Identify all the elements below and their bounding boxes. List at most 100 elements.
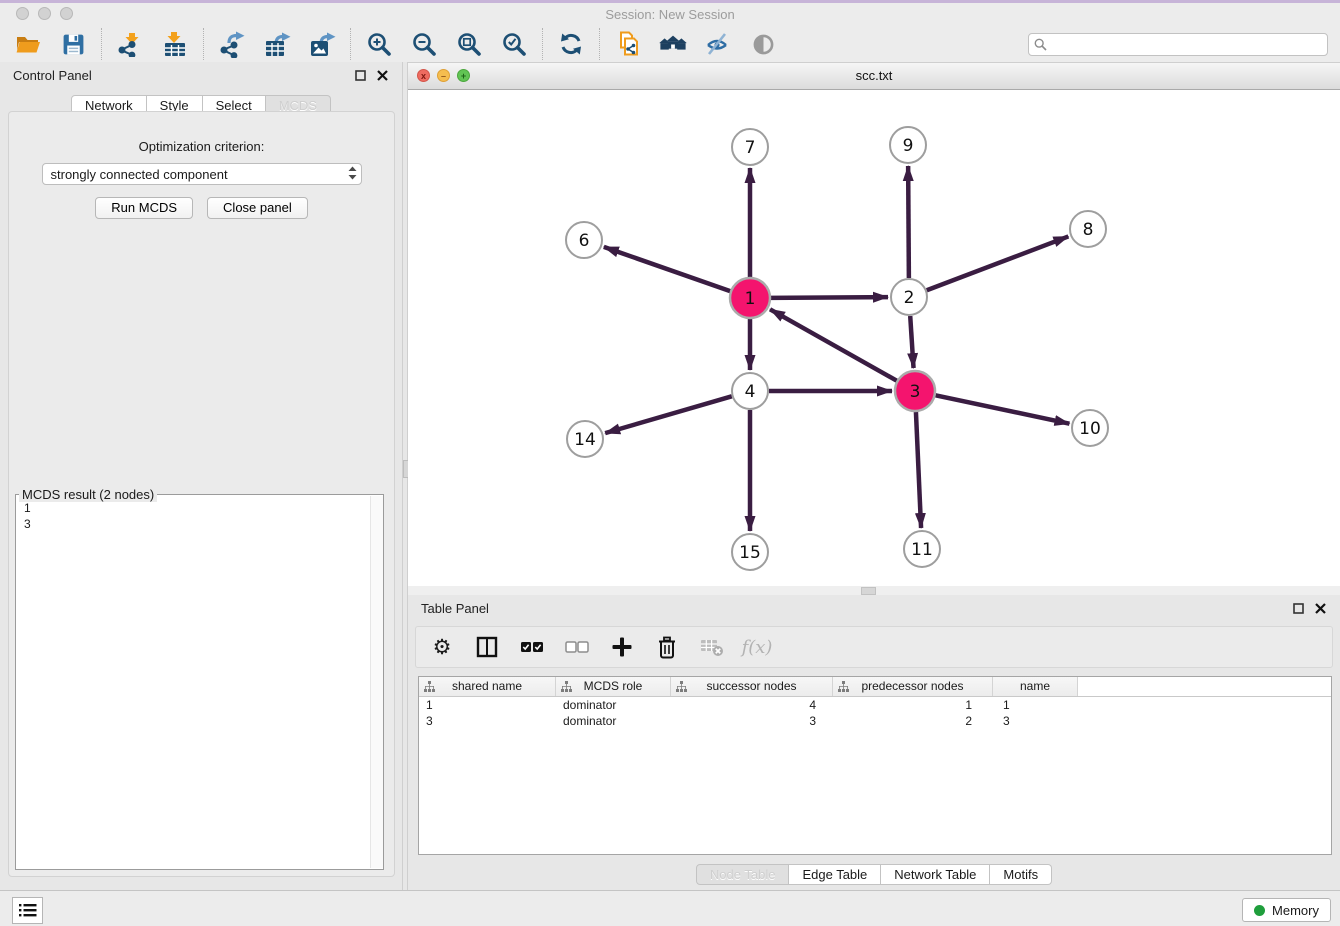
close-panel-action-button[interactable]: Close panel (207, 197, 308, 219)
export-table-button[interactable] (263, 30, 291, 58)
table-cell: 3 (419, 713, 556, 729)
float-panel-button[interactable] (354, 69, 367, 82)
float-panel-button[interactable] (1292, 602, 1305, 615)
graph-node-11[interactable]: 11 (904, 531, 940, 567)
export-image-button[interactable] (308, 30, 336, 58)
svg-text:3: 3 (910, 382, 921, 402)
eye-icon (751, 32, 776, 57)
column-header-shared-name[interactable]: shared name (419, 677, 556, 696)
apply-function-button[interactable]: f(x) (744, 634, 770, 660)
graph-edge-1-6[interactable] (604, 247, 730, 291)
column-header-mcds-role[interactable]: MCDS role (556, 677, 671, 696)
close-panel-button[interactable] (376, 69, 389, 82)
toggle-bird-view-button[interactable] (749, 30, 777, 58)
graph-node-4[interactable]: 4 (732, 373, 768, 409)
zoom-fit-button[interactable] (455, 30, 483, 58)
graph-edge-4-14[interactable] (605, 396, 732, 433)
column-header-filler (1078, 677, 1331, 696)
graph-node-15[interactable]: 15 (732, 534, 768, 570)
graph-node-3[interactable]: 3 (895, 371, 935, 411)
memory-label: Memory (1272, 903, 1319, 918)
table-tabs: Node Table Edge Table Network Table Moti… (408, 864, 1340, 885)
tab-edge-table[interactable]: Edge Table (789, 864, 881, 885)
graph-edge-1-2[interactable] (771, 297, 888, 298)
column-header-predecessor-nodes[interactable]: predecessor nodes (833, 677, 993, 696)
graph-node-6[interactable]: 6 (566, 222, 602, 258)
close-panel-button[interactable] (1314, 602, 1327, 615)
graph-node-2[interactable]: 2 (891, 279, 927, 315)
deselect-all-button[interactable] (564, 634, 590, 660)
import-table-button[interactable] (161, 30, 189, 58)
tab-motifs[interactable]: Motifs (990, 864, 1052, 885)
delete-row-button[interactable] (654, 634, 680, 660)
attribute-icon (561, 681, 572, 692)
column-header-successor-nodes[interactable]: successor nodes (671, 677, 833, 696)
graph-node-8[interactable]: 8 (1070, 211, 1106, 247)
node-table-body: 1dominator4113dominator323 (419, 697, 1331, 729)
column-header-name[interactable]: name (993, 677, 1078, 696)
network-window-titlebar[interactable]: x – + scc.txt (408, 63, 1340, 90)
window-title: Session: New Session (0, 3, 1340, 26)
table-settings-button[interactable]: ⚙ (429, 634, 455, 660)
traffic-lights (16, 7, 73, 20)
memory-button[interactable]: Memory (1242, 898, 1331, 922)
splitter-grip[interactable] (861, 587, 876, 595)
network-maximize-button[interactable]: + (457, 69, 470, 82)
attribute-icon (676, 681, 687, 692)
add-column-button[interactable] (609, 634, 635, 660)
minimize-window-button[interactable] (38, 7, 51, 20)
search-box[interactable] (1028, 33, 1328, 56)
table-row[interactable]: 1dominator411 (419, 697, 1331, 713)
zoom-in-button[interactable] (365, 30, 393, 58)
graph-node-9[interactable]: 9 (890, 127, 926, 163)
status-bar: Memory (0, 890, 1340, 926)
close-window-button[interactable] (16, 7, 29, 20)
zoom-out-button[interactable] (410, 30, 438, 58)
mcds-result-item[interactable]: 3 (24, 516, 375, 532)
table-row[interactable]: 3dominator323 (419, 713, 1331, 729)
criterion-dropdown[interactable]: strongly connected component (42, 163, 362, 185)
clone-network-button[interactable] (614, 30, 642, 58)
graph-node-1[interactable]: 1 (730, 278, 770, 318)
graph-node-10[interactable]: 10 (1072, 410, 1108, 446)
search-icon (1034, 38, 1047, 51)
import-network-button[interactable] (116, 30, 144, 58)
graph-node-14[interactable]: 14 (567, 421, 603, 457)
titlebar: Session: New Session (0, 3, 1340, 26)
apply-layout-button[interactable] (557, 30, 585, 58)
save-session-button[interactable] (59, 30, 87, 58)
graph-edge-2-8[interactable] (927, 236, 1069, 290)
graph-edge-3-10[interactable] (936, 395, 1070, 423)
graph-edge-2-3[interactable] (910, 316, 913, 368)
zoom-window-button[interactable] (60, 7, 73, 20)
task-history-button[interactable] (12, 897, 43, 924)
tab-node-table[interactable]: Node Table (696, 864, 790, 885)
import-network-icon (117, 31, 143, 57)
graph-node-7[interactable]: 7 (732, 129, 768, 165)
result-scrollbar[interactable] (370, 496, 383, 868)
delete-column-button[interactable] (699, 634, 725, 660)
hide-panels-button[interactable] (704, 30, 732, 58)
run-mcds-button[interactable]: Run MCDS (95, 197, 193, 219)
graph-edge-3-11[interactable] (916, 412, 921, 528)
network-canvas[interactable]: 7 9 6 8 1 2 4 3 14 10 15 11 (408, 90, 1340, 586)
graph-edge-3-1[interactable] (770, 309, 897, 380)
tab-network-table[interactable]: Network Table (881, 864, 990, 885)
zoom-selected-button[interactable] (500, 30, 528, 58)
float-icon (355, 70, 366, 81)
network-close-button[interactable]: x (417, 69, 430, 82)
export-network-button[interactable] (218, 30, 246, 58)
mcds-result-item[interactable]: 1 (24, 500, 375, 516)
search-input[interactable] (1051, 36, 1322, 52)
network-minimize-button[interactable]: – (437, 69, 450, 82)
select-all-button[interactable] (519, 634, 545, 660)
horizontal-splitter[interactable] (408, 586, 1340, 595)
open-session-button[interactable] (14, 30, 42, 58)
import-table-icon (162, 31, 188, 57)
list-icon (19, 903, 37, 918)
split-view-button[interactable] (474, 634, 500, 660)
show-all-panels-button[interactable] (659, 30, 687, 58)
graph-edge-2-9[interactable] (908, 166, 909, 278)
close-icon (377, 70, 388, 81)
table-panel-title: Table Panel (421, 601, 489, 616)
